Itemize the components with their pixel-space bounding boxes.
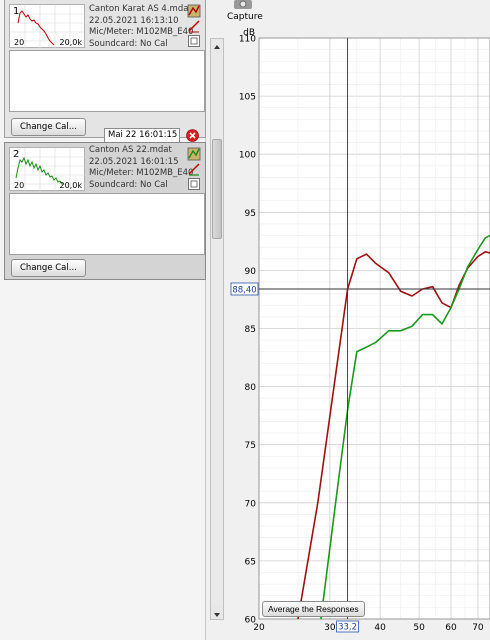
measurements-scrollbar[interactable] [210, 38, 224, 620]
measurement-date: 22.05.2021 16:01:15 [89, 156, 179, 167]
y-tick-label: 100 [239, 151, 256, 161]
y-tick-label: 105 [239, 93, 256, 103]
measurement-properties-icon[interactable] [187, 34, 201, 48]
measurement-info: Canton Karat AS 4.mdat 22.05.2021 16:13:… [89, 4, 193, 50]
measurement-filename: Canton AS 22.mdat [89, 145, 172, 155]
x-tick-label: 20 [253, 623, 265, 633]
average-responses-button[interactable]: Average the Responses [262, 601, 365, 617]
thumb-x-max: 20,0k [59, 38, 82, 47]
x-tick-label: 40 [374, 623, 386, 633]
measurement-item-2[interactable]: 2 20 20,0k Canton AS 22.mdat 22.05.2021 … [4, 142, 206, 280]
measurement-date: 22.05.2021 16:13:10 [89, 15, 179, 26]
measurement-color-icon[interactable] [187, 147, 201, 161]
y-tick-label: 90 [245, 267, 257, 277]
measurement-number: 2 [13, 149, 20, 160]
measurement-soundcard: Soundcard: No Cal [89, 38, 168, 49]
scroll-up-button[interactable] [211, 39, 223, 52]
remove-measurement-icon[interactable] [186, 129, 199, 142]
change-cal-button[interactable]: Change Cal... [11, 259, 86, 277]
thumb-x-min: 20 [14, 38, 25, 47]
trace-style-icon[interactable] [187, 162, 201, 176]
chevron-up-icon [214, 45, 220, 49]
y-tick-label: 70 [245, 499, 257, 509]
measurement-name-field[interactable]: Mai 22 16:01:15 [104, 128, 180, 143]
measurement-properties-icon[interactable] [187, 177, 201, 191]
scroll-thumb[interactable] [212, 139, 222, 239]
thumb-x-max: 20,0k [59, 181, 82, 190]
chevron-down-icon [214, 613, 220, 617]
frequency-response-graph[interactable]: 110105100959085807570656020 30 40 50 60 70dB8… [226, 26, 490, 640]
cursor-y-readout: 88,40 [232, 285, 256, 295]
y-tick-label: 85 [245, 325, 256, 335]
measurement-soundcard: Soundcard: No Cal [89, 179, 168, 190]
measurement-thumbnail[interactable]: 2 20 20,0k [9, 147, 86, 192]
x-tick-label: 60 [445, 623, 457, 633]
cursor-x-readout: 33,2 [338, 623, 357, 633]
x-tick-label: 50 [413, 623, 425, 633]
trace-style-icon[interactable] [187, 19, 201, 33]
measurement-mic: Mic/Meter: M102MB_E40 [89, 27, 194, 37]
measurement-color-icon[interactable] [187, 4, 201, 18]
measurement-filename: Canton Karat AS 4.mdat [89, 4, 192, 14]
x-tick-label: 70 [472, 623, 484, 633]
measurement-item-1[interactable]: 1 20 20,0k Canton Karat AS 4.mdat 22.05.… [4, 0, 206, 138]
thumb-x-min: 20 [14, 181, 25, 190]
capture-label[interactable]: Capture [227, 12, 263, 22]
y-tick-label: 80 [245, 383, 257, 393]
y-tick-label: 65 [245, 557, 256, 567]
measurement-mic: Mic/Meter: M102MB_E40 [89, 168, 194, 178]
measurement-thumbnail[interactable]: 1 20 20,0k [9, 4, 86, 49]
x-tick-label: 30 [324, 623, 336, 633]
y-axis-unit: dB [243, 28, 255, 38]
measurements-panel: 1 20 20,0k Canton Karat AS 4.mdat 22.05.… [0, 0, 206, 640]
y-tick-label: 95 [245, 209, 256, 219]
change-cal-button[interactable]: Change Cal... [11, 118, 86, 136]
app-window: 1 20 20,0k Canton Karat AS 4.mdat 22.05.… [0, 0, 490, 640]
scroll-down-button[interactable] [211, 606, 223, 619]
capture-icon[interactable] [233, 0, 253, 10]
measurement-number: 1 [13, 6, 20, 17]
measurement-notes[interactable] [9, 50, 205, 112]
measurement-notes[interactable] [9, 193, 205, 255]
y-tick-label: 75 [245, 441, 256, 451]
measurement-info: Canton AS 22.mdat 22.05.2021 16:01:15 Mi… [89, 145, 193, 191]
